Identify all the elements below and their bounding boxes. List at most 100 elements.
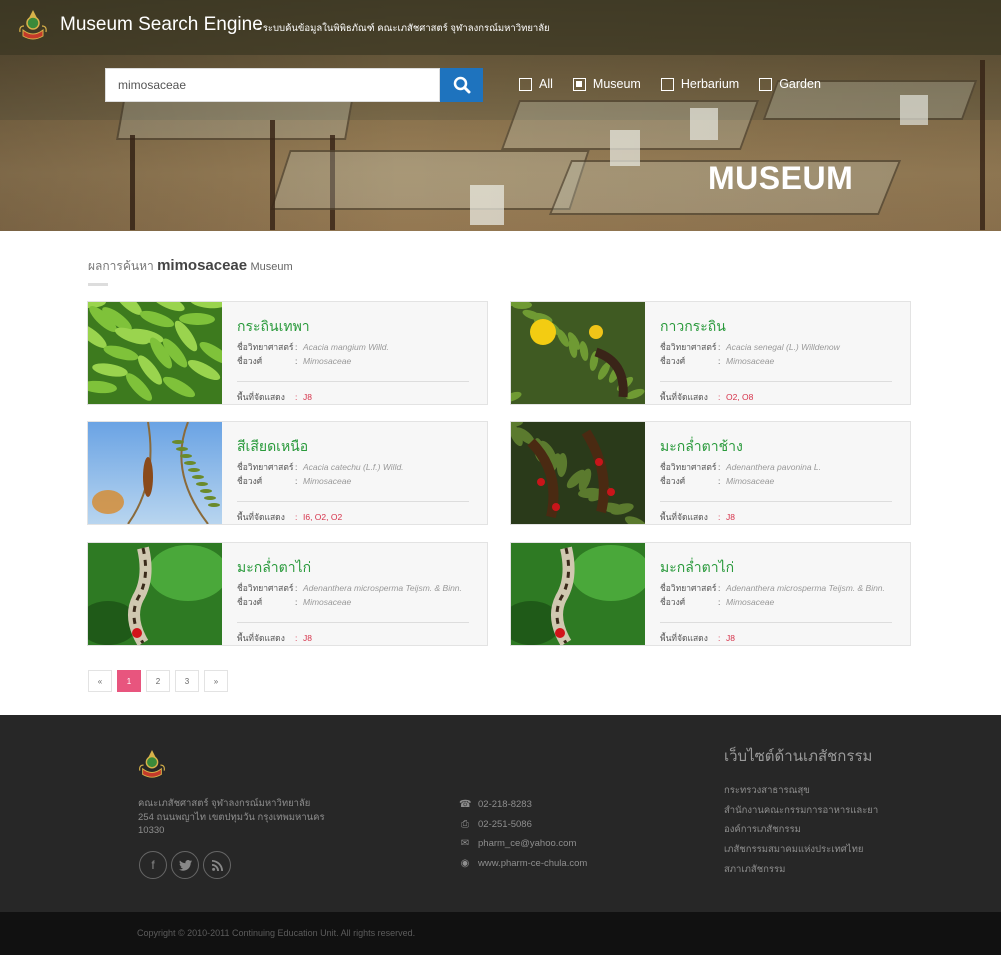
result-location-row: พื้นที่จัดแสดง: J8 bbox=[660, 631, 735, 645]
result-name[interactable]: สีเสียดเหนือ bbox=[237, 436, 308, 458]
family-value: Mimosaceae bbox=[726, 356, 775, 366]
separator: : bbox=[295, 633, 298, 643]
location-label: พื้นที่จัดแสดง bbox=[237, 512, 285, 522]
email-text[interactable]: pharm_ce@yahoo.com bbox=[478, 838, 576, 849]
result-family-row: ชื่อวงศ์: Mimosaceae bbox=[237, 354, 351, 368]
website-text[interactable]: www.pharm-ce-chula.com bbox=[478, 858, 587, 869]
scientific-value: Acacia catechu (L.f.) Willd. bbox=[303, 462, 404, 472]
pagination: « 1 2 3 » bbox=[88, 670, 233, 692]
location-value: J8 bbox=[726, 512, 735, 522]
scientific-label: ชื่อวิทยาศาสตร์ bbox=[660, 462, 717, 472]
location-label: พื้นที่จัดแสดง bbox=[660, 633, 708, 643]
globe-icon: ◉ bbox=[460, 857, 470, 869]
footer-link[interactable]: สำนักงานคณะกรรมการอาหารและยา bbox=[724, 803, 878, 823]
filter-museum-checkbox[interactable] bbox=[572, 77, 586, 91]
page-2-button[interactable]: 2 bbox=[146, 670, 170, 692]
family-label: ชื่อวงศ์ bbox=[237, 476, 263, 486]
result-name[interactable]: มะกล่ำตาช้าง bbox=[660, 436, 743, 458]
rss-feed-icon bbox=[211, 859, 223, 871]
brand-title[interactable]: Museum Search Engine bbox=[60, 14, 263, 36]
result-name[interactable]: กระถินเทพา bbox=[237, 316, 310, 338]
filter-herbarium-checkbox[interactable] bbox=[660, 77, 674, 91]
faculty-logo-icon[interactable] bbox=[17, 8, 49, 44]
result-image[interactable] bbox=[88, 543, 222, 645]
result-card[interactable]: สีเสียดเหนือ ชื่อวิทยาศาสตร์: Acacia catec… bbox=[87, 421, 488, 525]
page-next-button[interactable]: » bbox=[204, 670, 228, 692]
filter-herbarium[interactable]: Herbarium bbox=[660, 77, 739, 91]
location-value: J8 bbox=[726, 633, 735, 643]
filter-all-checkbox[interactable] bbox=[519, 77, 532, 91]
facebook-icon[interactable]: f bbox=[139, 851, 167, 879]
separator: : bbox=[718, 356, 721, 366]
page-3-button[interactable]: 3 bbox=[175, 670, 199, 692]
filter-museum[interactable]: Museum bbox=[572, 77, 641, 91]
filter-garden[interactable]: Garden bbox=[759, 77, 821, 91]
family-value: Mimosaceae bbox=[303, 597, 352, 607]
location-label: พื้นที่จัดแสดง bbox=[237, 392, 285, 402]
footer-link[interactable]: องค์การเภสัชกรรม bbox=[724, 822, 878, 842]
location-value: O2, O8 bbox=[726, 392, 754, 402]
filter-museum-label: Museum bbox=[592, 77, 641, 91]
filter-group: All Museum Herbarium Garden bbox=[519, 77, 841, 91]
result-family-row: ชื่อวงศ์: Mimosaceae bbox=[660, 474, 774, 488]
rss-icon[interactable] bbox=[203, 851, 231, 879]
result-image[interactable] bbox=[511, 543, 645, 645]
copyright-bar: Copyright © 2010-2011 Continuing Educati… bbox=[0, 912, 1001, 955]
page-1-button[interactable]: 1 bbox=[117, 670, 141, 692]
result-card[interactable]: มะกล่ำตาไก่ ชื่อวิทยาศาสตร์: Adenanthera m… bbox=[510, 542, 911, 646]
result-family-row: ชื่อวงศ์: Mimosaceae bbox=[237, 474, 351, 488]
separator: : bbox=[718, 512, 721, 522]
phone-text: 02-218-8283 bbox=[478, 799, 532, 811]
separator: : bbox=[718, 633, 721, 643]
result-name[interactable]: กาวกระถิน bbox=[660, 316, 726, 338]
result-image[interactable] bbox=[511, 422, 645, 524]
scientific-label: ชื่อวิทยาศาสตร์ bbox=[237, 583, 294, 593]
family-value: Mimosaceae bbox=[726, 597, 775, 607]
separator: : bbox=[718, 392, 721, 402]
result-card[interactable]: มะกล่ำตาไก่ ชื่อวิทยาศาสตร์: Adenanthera m… bbox=[87, 542, 488, 646]
twitter-icon[interactable] bbox=[171, 851, 199, 879]
filter-garden-checkbox[interactable] bbox=[759, 77, 773, 91]
result-location-row: พื้นที่จัดแสดง: J8 bbox=[237, 390, 312, 404]
separator: : bbox=[718, 342, 721, 352]
family-value: Mimosaceae bbox=[303, 476, 352, 486]
footer-links: กระทรวงสาธารณสุข สำนักงานคณะกรรมการอาหาร… bbox=[724, 783, 878, 881]
footer-link[interactable]: เภสัชกรรมสมาคมแห่งประเทศไทย bbox=[724, 842, 878, 862]
result-image[interactable] bbox=[511, 302, 645, 404]
scientific-label: ชื่อวิทยาศาสตร์ bbox=[660, 342, 717, 352]
address-line-2: 254 ถนนพญาไท เขตปทุมวัน กรุงเทพมหานคร bbox=[138, 811, 325, 823]
contact-phone: ☎ 02-218-8283 bbox=[459, 795, 587, 815]
result-name[interactable]: มะกล่ำตาไก่ bbox=[237, 557, 311, 579]
email-icon: ✉ bbox=[460, 838, 470, 850]
footer-link[interactable]: กระทรวงสาธารณสุข bbox=[724, 783, 878, 803]
family-label: ชื่อวงศ์ bbox=[237, 597, 263, 607]
result-card[interactable]: กระถินเทพา ชื่อวิทยาศาสตร์: Acacia mangium… bbox=[87, 301, 488, 405]
filter-all[interactable]: All bbox=[519, 77, 553, 91]
card-divider bbox=[660, 622, 892, 623]
scientific-value: Adenanthera microsperma Teijsm. & Binn. bbox=[726, 583, 885, 593]
contact-website[interactable]: ◉ www.pharm-ce-chula.com bbox=[459, 854, 588, 874]
footer-address: คณะเภสัชศาสตร์ จุฬาลงกรณ์มหาวิทยาลัย 254… bbox=[138, 797, 338, 838]
contact-email[interactable]: ✉ pharm_ce@yahoo.com bbox=[459, 834, 587, 854]
family-value: Mimosaceae bbox=[303, 356, 352, 366]
location-value: I6, O2, O2 bbox=[303, 512, 343, 522]
result-image[interactable] bbox=[88, 302, 222, 404]
card-divider bbox=[660, 381, 892, 382]
fax-text: 02-251-5086 bbox=[478, 818, 532, 830]
result-card[interactable]: มะกล่ำตาช้าง ชื่อวิทยาศาสตร์: Adenanthera … bbox=[510, 421, 911, 525]
search-input[interactable] bbox=[106, 69, 439, 101]
result-location-row: พื้นที่จัดแสดง: O2, O8 bbox=[660, 390, 753, 404]
search-button[interactable] bbox=[440, 68, 483, 102]
location-label: พื้นที่จัดแสดง bbox=[660, 392, 708, 402]
page-prev-button[interactable]: « bbox=[88, 670, 112, 692]
separator: : bbox=[718, 597, 721, 607]
separator: : bbox=[718, 462, 721, 472]
contact-fax: ⎙ 02-251-5086 bbox=[459, 815, 587, 835]
result-card[interactable]: กาวกระถินชื่อวิทยาศาสตร์: Acacia senegal … bbox=[510, 301, 911, 405]
result-image[interactable] bbox=[88, 422, 222, 524]
links-title: เว็บไซต์ด้านเภสัชกรรม bbox=[724, 748, 873, 765]
footer-link[interactable]: สภาเภสัชกรรม bbox=[724, 862, 878, 882]
result-name[interactable]: มะกล่ำตาไก่ bbox=[660, 557, 734, 579]
scientific-value: Acacia senegal (L.) Willdenow bbox=[726, 342, 840, 352]
brand-subtitle: - ระบบค้นข้อมูลในพิพิธภัณฑ์ คณะเภสัชศาสต… bbox=[257, 23, 550, 34]
